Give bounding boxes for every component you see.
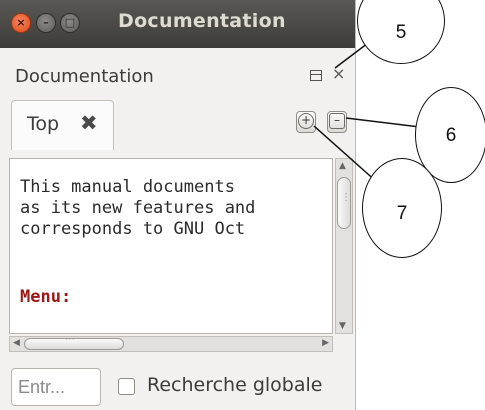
close-icon: × [16, 16, 26, 29]
dock-float-button[interactable] [310, 70, 322, 81]
search-input[interactable] [11, 368, 101, 406]
tab-top[interactable]: Top ✖ [11, 100, 114, 150]
documentation-window: × – □ Documentation Documentation × Top … [0, 0, 356, 410]
zoom-in-icon: + [298, 113, 314, 129]
scroll-left-icon[interactable]: ◀ [13, 338, 20, 348]
callout-7: 7 [362, 158, 442, 258]
global-search-label[interactable]: Recherche globale [147, 374, 322, 396]
dock-close-button[interactable]: × [332, 64, 345, 83]
global-search-checkbox[interactable] [118, 378, 135, 395]
zoom-out-icon: – [329, 113, 345, 129]
vertical-scrollbar[interactable]: ▲ ▼ [335, 158, 353, 334]
menu-heading: Menu: [20, 287, 72, 307]
vertical-scroll-thumb[interactable] [337, 177, 351, 229]
text-line: This manual documents [20, 177, 246, 197]
scroll-up-icon[interactable]: ▲ [339, 161, 346, 171]
scroll-right-icon[interactable]: ▶ [322, 338, 329, 348]
tab-close-icon[interactable]: ✖ [80, 111, 98, 135]
dock-title: Documentation [15, 66, 154, 87]
window-close-button[interactable]: × [11, 13, 31, 33]
documentation-text-area[interactable]: This manual documents as its new feature… [9, 158, 333, 334]
callout-5: 5 [357, 0, 445, 64]
maximize-icon: □ [64, 16, 76, 29]
text-line: corresponds to GNU Oct [20, 219, 246, 239]
horizontal-scrollbar[interactable]: ◀ ▶ [9, 334, 333, 352]
text-line: as its new features and [20, 198, 256, 218]
scroll-down-icon[interactable]: ▼ [339, 321, 346, 331]
zoom-in-button[interactable]: + [296, 111, 316, 133]
zoom-out-button[interactable]: – [327, 111, 347, 133]
minimize-icon: – [43, 16, 49, 29]
documentation-text: This manual documents as its new feature… [20, 177, 255, 240]
horizontal-scroll-thumb[interactable] [24, 334, 124, 350]
window-minimize-button[interactable]: – [36, 13, 56, 33]
window-maximize-button[interactable]: □ [60, 13, 80, 33]
tab-label: Top [27, 113, 60, 135]
window-title: Documentation [118, 10, 286, 32]
title-bar[interactable]: × – □ Documentation [0, 0, 355, 48]
